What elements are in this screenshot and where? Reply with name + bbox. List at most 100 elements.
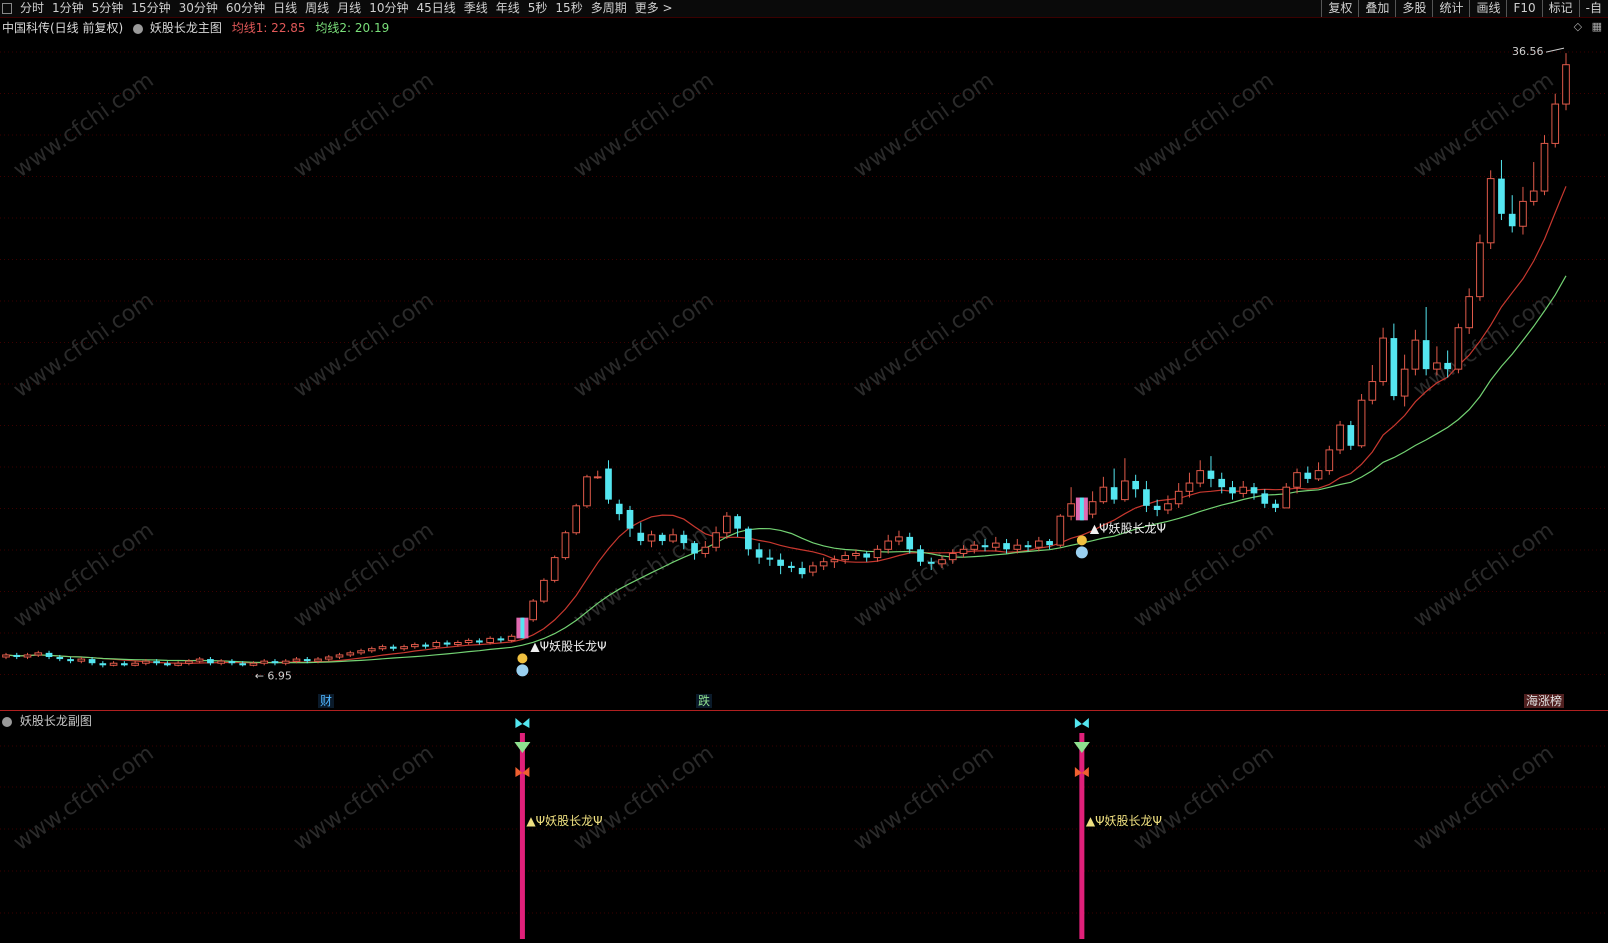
candle-body (185, 660, 193, 664)
candle-body (1239, 486, 1248, 494)
candle-body (1185, 482, 1194, 492)
candle-body (981, 545, 989, 548)
period-tab[interactable]: 45日线 (412, 0, 459, 17)
toolbar-right-button[interactable]: 标记 (1541, 0, 1579, 17)
sub-indicator-chart[interactable]: www.cfchi.com www.cfchi.com www.cfchi.com w… (0, 711, 1608, 943)
candle-body (701, 546, 710, 554)
candle-body (691, 543, 698, 554)
candle-body (1540, 142, 1549, 192)
candle-body (561, 532, 570, 559)
candle-body (1390, 338, 1398, 397)
diamond-icon (514, 742, 531, 753)
candle-body (884, 540, 893, 550)
candle-body (948, 552, 957, 561)
butterfly-icon (1074, 718, 1089, 728)
period-tab[interactable]: 季线 (460, 0, 492, 17)
watermark-text: www.cfchi.com (1129, 68, 1278, 183)
candle-body (1282, 486, 1291, 509)
candle-body (1132, 480, 1139, 490)
period-tab[interactable]: 日线 (269, 0, 301, 17)
candle-body (1336, 424, 1344, 451)
indicator-name[interactable]: 妖股长龙主图 (150, 21, 222, 35)
main-kline-chart[interactable]: www.cfchi.com www.cfchi.com www.cfchi.com w… (0, 38, 1608, 710)
high-price-arrow (1545, 47, 1565, 53)
sub-watermark-layer: www.cfchi.com www.cfchi.com www.cfchi.com w… (9, 741, 1558, 856)
watermark-text: www.cfchi.com (849, 288, 998, 403)
period-tab[interactable]: 5秒 (524, 0, 552, 17)
candle-body (830, 559, 839, 563)
candle-body (228, 661, 236, 664)
candle-body (1476, 242, 1484, 298)
signal-bar (1079, 733, 1085, 939)
candle-body (1110, 487, 1118, 500)
period-tab[interactable]: 10分钟 (365, 0, 412, 17)
candle-body (1411, 339, 1420, 370)
candle-body (164, 663, 171, 666)
candle-body (938, 559, 946, 565)
period-tab[interactable]: 分时 (16, 0, 48, 17)
candle-body (335, 654, 344, 658)
toolbar-right-button[interactable]: 画线 (1469, 0, 1506, 17)
candle-body (658, 534, 666, 542)
sub-panel-title[interactable]: 妖股长龙副图 (20, 714, 92, 728)
candle-body (99, 663, 107, 666)
candle-body (67, 659, 74, 662)
watermark-text: www.cfchi.com (849, 518, 998, 633)
candle-body (540, 579, 548, 602)
watermark-text: www.cfchi.com (849, 741, 998, 856)
candle-body (1196, 470, 1205, 484)
period-tab[interactable]: 月线 (333, 0, 365, 17)
watermark-text: www.cfchi.com (1129, 288, 1278, 403)
diamond-icon (1073, 742, 1090, 753)
candle-body (131, 662, 139, 666)
candle-body (432, 642, 441, 648)
candle-body (873, 548, 882, 559)
period-tab[interactable]: 60分钟 (222, 0, 269, 17)
period-tab[interactable]: 30分钟 (175, 0, 222, 17)
sub-panel-header: 妖股长龙副图 (0, 712, 92, 730)
candle-body (1088, 501, 1097, 515)
candle-body (357, 650, 365, 654)
period-tab[interactable]: 5分钟 (88, 0, 128, 17)
candle-body (1422, 340, 1430, 370)
candle-body (669, 534, 677, 542)
period-tab[interactable]: 15分钟 (127, 0, 174, 17)
stock-title[interactable]: 中国科传(日线 前复权) (0, 21, 123, 35)
high-price-label: 36.56 (1512, 45, 1544, 58)
candle-body (476, 640, 483, 643)
toolbar-right-button[interactable]: 统计 (1432, 0, 1469, 17)
candle-body (1433, 362, 1441, 370)
candle-body (863, 553, 871, 558)
diamond-icon[interactable]: ◇ (1574, 20, 1582, 33)
candle-body (1368, 381, 1377, 401)
candle-body (292, 658, 301, 662)
signal-bar (519, 733, 525, 939)
toolbar-right-button[interactable]: 多股 (1395, 0, 1432, 17)
ma2-value: 均线2: 20.19 (315, 21, 390, 35)
period-tab[interactable]: 多周期 (587, 0, 631, 17)
candle-body (1465, 296, 1474, 329)
candle-body (734, 516, 741, 529)
period-tab[interactable]: 1分钟 (48, 0, 88, 17)
sub-indicator-toggle-icon[interactable] (2, 716, 12, 727)
toolbar-menu-icon[interactable] (2, 3, 12, 14)
signal-coin-icon (517, 653, 528, 664)
indicator-toggle-icon[interactable] (133, 23, 144, 34)
period-tab[interactable]: 15秒 (551, 0, 586, 17)
toolbar-right-button[interactable]: 叠加 (1358, 0, 1395, 17)
toolbar-right-button[interactable]: F10 (1506, 0, 1541, 17)
candle-body (637, 532, 645, 542)
period-tab[interactable]: 周线 (301, 0, 333, 17)
candle-body (1304, 472, 1312, 479)
signal-coin-icon (1076, 535, 1087, 546)
grid-icon[interactable]: ▦ (1592, 20, 1602, 33)
candle-body (239, 663, 247, 666)
candle-body (1207, 470, 1215, 479)
candle-body (1272, 503, 1279, 508)
toolbar-right-button[interactable]: -自 (1578, 0, 1608, 17)
period-tab[interactable]: 更多 > (631, 0, 677, 17)
period-tab[interactable]: 年线 (492, 0, 524, 17)
toolbar-right-button[interactable]: 复权 (1321, 0, 1358, 17)
ma1-value: 均线1: 22.85 (231, 21, 306, 35)
period-tabs: 分时 1分钟 5分钟 15分钟 30分钟 60分钟 日线 周线 月线 10分钟 45日线 季线 年线 5秒… (0, 0, 677, 17)
